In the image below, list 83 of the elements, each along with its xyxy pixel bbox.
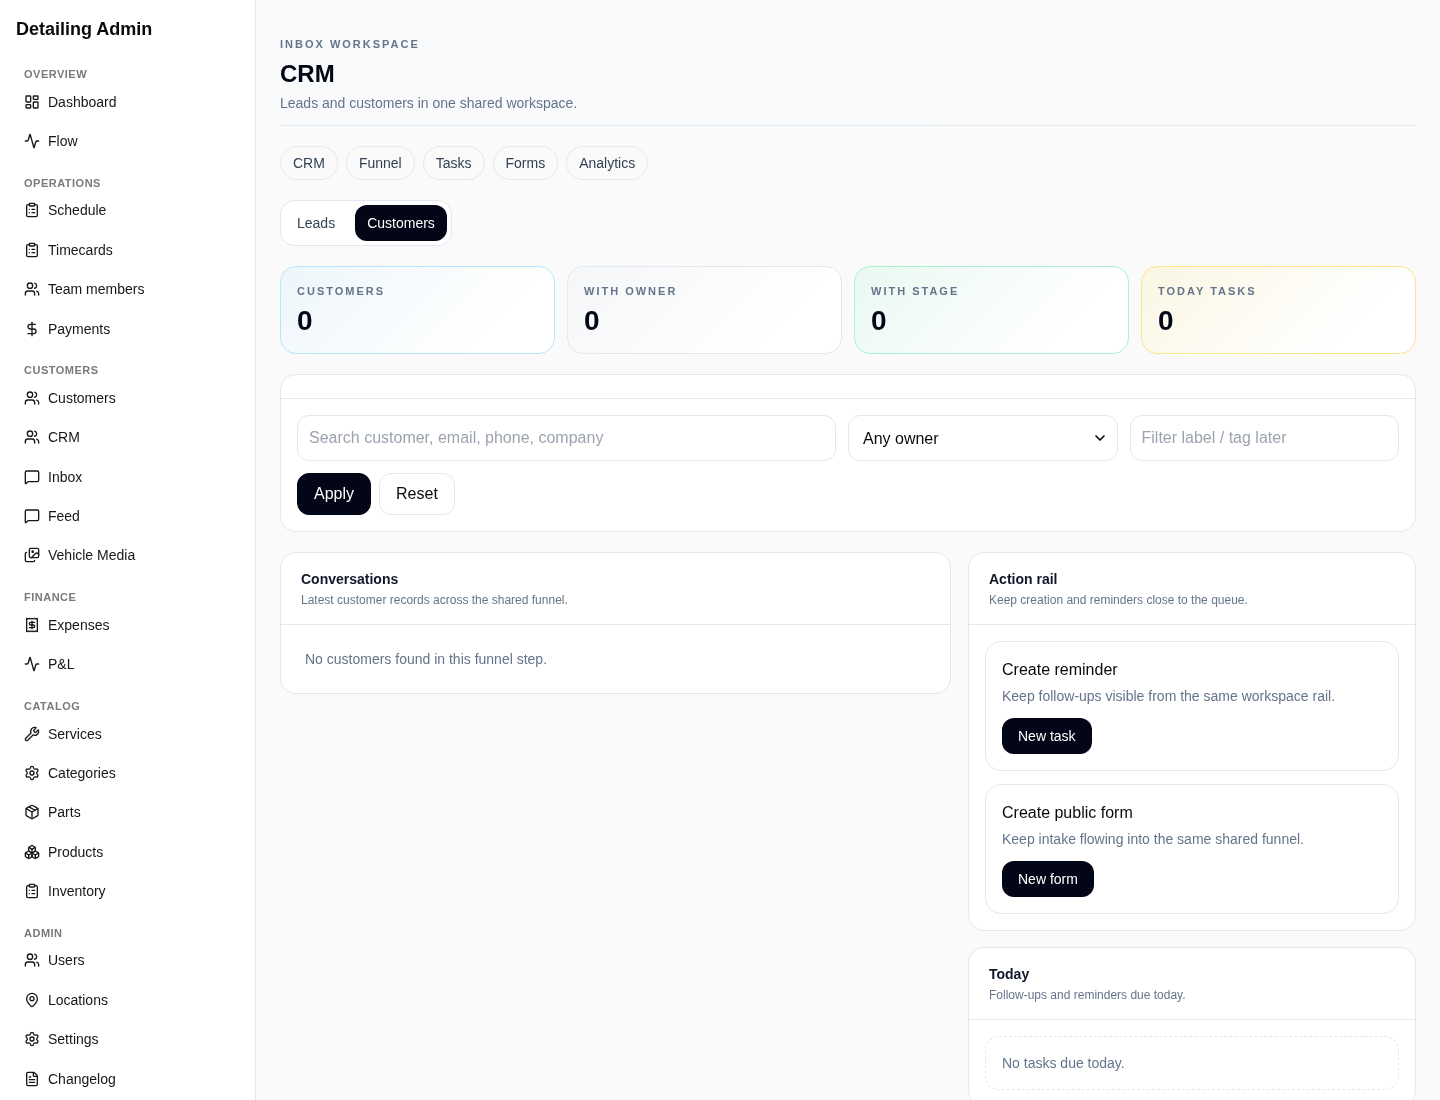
page-subtitle: Leads and customers in one shared workspace. (280, 94, 578, 113)
sidebar-item[interactable]: Vehicle Media (16, 539, 239, 572)
stat-value: 0 (297, 304, 313, 338)
apply-button[interactable]: Apply (297, 473, 372, 515)
empty-message: No customers found in this funnel step. (305, 650, 548, 669)
stat-value: 0 (584, 304, 600, 338)
chat-bubble-icon (24, 508, 40, 525)
people-icon (24, 281, 40, 298)
segment-tab[interactable]: Customers (355, 205, 447, 241)
segment-tab[interactable]: Leads (285, 205, 348, 241)
clipboard-icon (24, 883, 40, 900)
panel-subtitle: Latest customer records across the shared funnel. (301, 592, 568, 608)
chat-bubble-icon (24, 468, 40, 485)
panel-subtitle: Follow-ups and reminders due today. (989, 987, 1186, 1003)
pulse-line-icon (24, 656, 40, 673)
sidebar-item[interactable]: Schedule (16, 194, 239, 227)
section-heading: FINANCE (23, 590, 78, 606)
clipboard-icon (24, 202, 40, 219)
stat-label: TODAY TASKS (1158, 284, 1257, 299)
section-heading: OPERATIONS (23, 175, 102, 191)
sidebar-item[interactable]: Categories (16, 756, 239, 789)
boxes-icon (24, 843, 40, 860)
sidebar-item[interactable]: Changelog (16, 1062, 239, 1095)
section-heading: CATALOG (23, 698, 82, 714)
map-pin-icon (24, 991, 40, 1008)
gear-icon (24, 764, 40, 781)
sidebar-item[interactable]: Payments (16, 312, 239, 345)
label-filter-field[interactable]: Filter label / tag later (1129, 415, 1399, 461)
sidebar-item[interactable]: CRM (16, 421, 239, 454)
action-title: Create public form (1002, 803, 1133, 823)
owner-select[interactable]: Any owner (848, 415, 1118, 461)
app-title: Detailing Admin (16, 18, 154, 41)
dollar-icon (24, 320, 40, 337)
people-icon (24, 952, 40, 969)
section-heading: ADMIN (23, 925, 64, 941)
sidebar-item[interactable]: Inbox (16, 460, 239, 493)
section-heading: CUSTOMERS (23, 363, 100, 379)
stat-value: 0 (871, 304, 887, 338)
sidebar-item[interactable]: Flow (16, 125, 239, 158)
stat-value: 0 (1158, 304, 1174, 338)
stat-label: CUSTOMERS (297, 284, 386, 299)
stat-label: WITH STAGE (871, 284, 960, 299)
workspace-kicker: INBOX WORKSPACE (280, 37, 420, 52)
panel-title: Conversations (301, 570, 399, 589)
sidebar-item[interactable]: Services (16, 717, 239, 750)
section-heading: OVERVIEW (23, 67, 89, 82)
panel-title: Today (989, 965, 1030, 984)
sidebar-item[interactable]: Locations (16, 983, 239, 1016)
layout-grid-icon (24, 93, 40, 110)
sidebar-item[interactable]: Settings (16, 1023, 239, 1056)
sidebar-item[interactable]: Customers (16, 381, 239, 414)
reset-button[interactable]: Reset (379, 473, 455, 515)
sidebar-item[interactable]: Parts (16, 796, 239, 829)
clipboard-icon (24, 241, 40, 258)
sidebar-item[interactable]: Products (16, 835, 239, 868)
sidebar-item[interactable]: Timecards (16, 233, 239, 266)
action-description: Keep intake flowing into the same shared funnel. (1002, 830, 1304, 849)
action-title: Create reminder (1002, 660, 1118, 680)
images-icon (24, 547, 40, 564)
sidebar-item[interactable]: Feed (16, 500, 239, 533)
page-title: CRM (280, 59, 335, 89)
sidebar-item[interactable]: Team members (16, 273, 239, 306)
panel-subtitle: Keep creation and reminders close to the queue. (989, 592, 1248, 608)
sidebar-item[interactable]: Expenses (16, 608, 239, 641)
people-icon (24, 429, 40, 446)
gear-icon (24, 1031, 40, 1048)
receipt-icon (24, 616, 40, 633)
action-description: Keep follow-ups visible from the same workspace rail. (1002, 687, 1336, 706)
wrench-icon (24, 725, 40, 742)
document-icon (24, 1070, 40, 1087)
people-icon (24, 389, 40, 406)
create-button[interactable]: New task (1002, 718, 1092, 754)
box-icon (24, 804, 40, 821)
empty-message: No tasks due today. (985, 1036, 1399, 1090)
stat-label: WITH OWNER (584, 284, 678, 299)
pulse-line-icon (24, 133, 40, 150)
sidebar-item[interactable]: Dashboard (16, 85, 239, 118)
panel-title: Action rail (989, 570, 1058, 589)
create-button[interactable]: New form (1002, 861, 1094, 897)
sidebar-item[interactable]: Inventory (16, 875, 239, 908)
sidebar-item[interactable]: Users (16, 944, 239, 977)
search-field[interactable]: Search customer, email, phone, company (297, 415, 836, 461)
sidebar-item[interactable]: P&L (16, 648, 239, 681)
